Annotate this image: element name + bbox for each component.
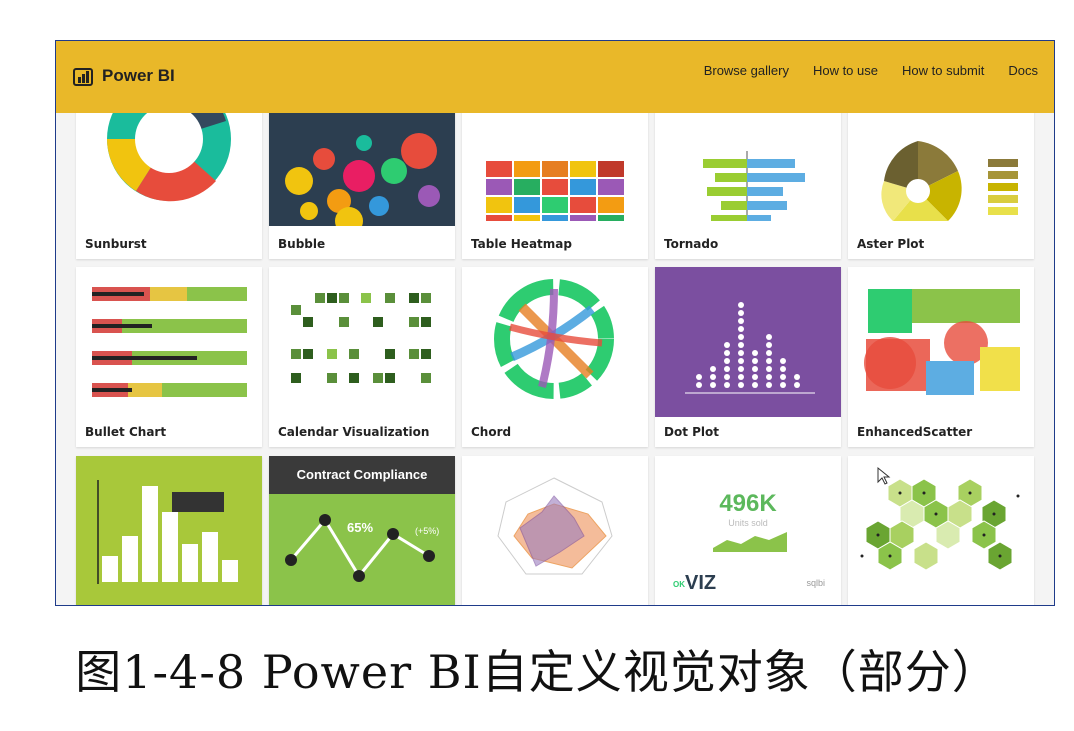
nav-docs[interactable]: Docs [1008,63,1038,78]
kpi-subtitle: Units sold [728,518,768,528]
card-kpi[interactable]: 496K Units sold OK VIZ sqlbi [655,456,841,605]
nav-browse-gallery[interactable]: Browse gallery [704,63,789,78]
kpi-sparkline [713,532,787,552]
sqlbi-logo: sqlbi [806,578,825,588]
top-nav: Browse gallery How to use How to submit … [704,63,1038,78]
calendar-thumbnail [291,293,431,383]
visuals-gallery: Sunburst Bubble Table Heatmap Tornado As… [56,41,1054,605]
card-label: Aster Plot [857,237,925,251]
okviz-logo: VIZ [685,572,717,594]
contract-line-chart [269,494,455,605]
hexbin-thumbnail [860,466,1020,571]
card-contract-compliance[interactable]: Contract Compliance 65% (+5%) [269,456,455,605]
kpi-value: 496K [719,490,777,517]
figure-caption: 图1-4-8 Power BI自定义视觉对象（部分） [75,645,999,699]
card-label: Table Heatmap [471,237,572,251]
brand-name: Power BI [102,66,175,85]
contract-title-bar: Contract Compliance [269,456,455,494]
card-label: Calendar Visualization [278,425,430,439]
card-calendar-visualization[interactable]: Calendar Visualization [269,267,455,447]
card-bullet-chart[interactable]: Bullet Chart [76,267,262,447]
nav-how-to-use[interactable]: How to use [813,63,878,78]
histogram-thumbnail [76,456,262,605]
brand[interactable]: Power BI [72,63,175,89]
okviz-prefix: OK [673,580,685,589]
power-bi-logo-icon [73,68,93,86]
radar-thumbnail [497,477,613,575]
mouse-cursor-icon [877,466,891,485]
card-histogram[interactable] [76,456,262,605]
card-enhanced-scatter[interactable]: EnhancedScatter [848,267,1034,447]
card-radar[interactable] [462,456,648,605]
card-label: Dot Plot [664,425,720,439]
card-label: Chord [471,425,512,439]
card-label: Tornado [664,237,719,251]
chord-thumbnail [494,279,614,399]
contract-value: 65% [347,520,374,535]
dot-plot-thumbnail [655,267,841,417]
card-label: Bullet Chart [85,425,167,439]
card-dot-plot[interactable]: Dot Plot [655,267,841,447]
card-label: EnhancedScatter [857,425,973,439]
card-chord[interactable]: Chord [462,267,648,447]
nav-how-to-submit[interactable]: How to submit [902,63,984,78]
app-window: Sunburst Bubble Table Heatmap Tornado As… [55,40,1055,606]
enhanced-scatter-thumbnail [864,289,1020,395]
top-header: Power BI Browse gallery How to use How t… [56,41,1054,113]
card-label: Bubble [278,237,326,251]
bullet-chart-thumbnail [92,287,247,397]
card-label: Sunburst [85,237,147,251]
contract-badge: (+5%) [415,526,440,536]
card-hexbin[interactable] [848,456,1034,605]
contract-title: Contract Compliance [296,467,428,482]
